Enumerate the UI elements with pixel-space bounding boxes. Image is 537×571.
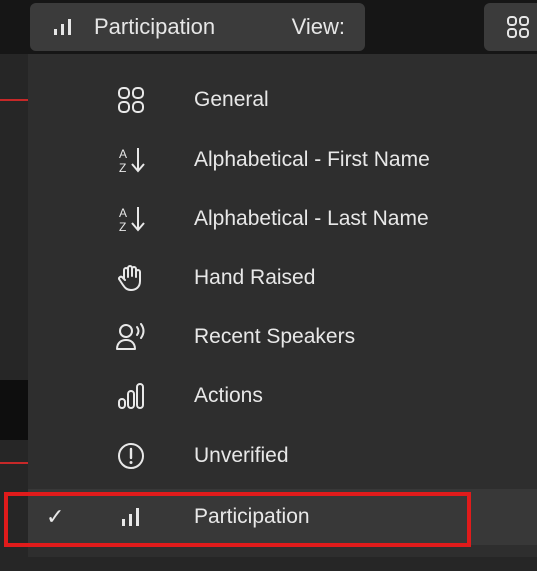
menu-item-hand-raised[interactable]: Hand Raised: [28, 250, 537, 306]
menu-item-alphabetical-last-name[interactable]: A Z Alphabetical - Last Name: [28, 191, 537, 247]
menu-item-label: Alphabetical - Last Name: [194, 207, 429, 230]
menu-item-unverified[interactable]: Unverified: [28, 428, 537, 484]
menu-item-label: Recent Speakers: [194, 325, 356, 348]
grid-icon: [114, 83, 148, 117]
speaker-icon: [114, 320, 148, 354]
selection-highlight-box: [4, 492, 471, 547]
svg-text:Z: Z: [119, 161, 126, 175]
grid-icon: [506, 15, 530, 39]
alert-circle-icon: [114, 439, 148, 473]
sort-dropdown-button[interactable]: Participation View:: [30, 3, 365, 51]
menu-item-label: General: [194, 88, 269, 111]
underlying-panel-shadow: [0, 380, 28, 440]
svg-text:A: A: [119, 147, 127, 161]
toolbar: Participation View:: [0, 0, 537, 54]
underlying-accent-line: [0, 99, 28, 101]
bars-icon: [52, 18, 74, 36]
underlying-panel-edge: [0, 0, 28, 571]
view-label: View:: [291, 14, 345, 39]
menu-item-alphabetical-first-name[interactable]: A Z Alphabetical - First Name: [28, 132, 537, 188]
view-dropdown-button[interactable]: [484, 3, 537, 51]
menu-item-actions[interactable]: Actions: [28, 368, 537, 424]
sort-dropdown-label: Participation: [94, 14, 216, 39]
sort-az-icon: A Z: [114, 143, 148, 177]
menu-item-label: Unverified: [194, 444, 289, 467]
participants-panel: Participation View: General A Z Alphabet…: [0, 0, 537, 571]
sort-az-icon: A Z: [114, 202, 148, 236]
menu-item-label: Alphabetical - First Name: [194, 148, 430, 171]
menu-item-label: Hand Raised: [194, 266, 316, 289]
menu-item-general[interactable]: General: [28, 72, 537, 128]
svg-text:Z: Z: [119, 220, 126, 234]
hand-icon: [114, 261, 148, 295]
menu-item-recent-speakers[interactable]: Recent Speakers: [28, 309, 537, 365]
actions-bars-icon: [114, 379, 148, 413]
underlying-accent-line: [0, 462, 28, 464]
svg-text:A: A: [119, 206, 127, 220]
menu-item-label: Actions: [194, 384, 263, 407]
menu-bottom-edge: [28, 557, 537, 571]
